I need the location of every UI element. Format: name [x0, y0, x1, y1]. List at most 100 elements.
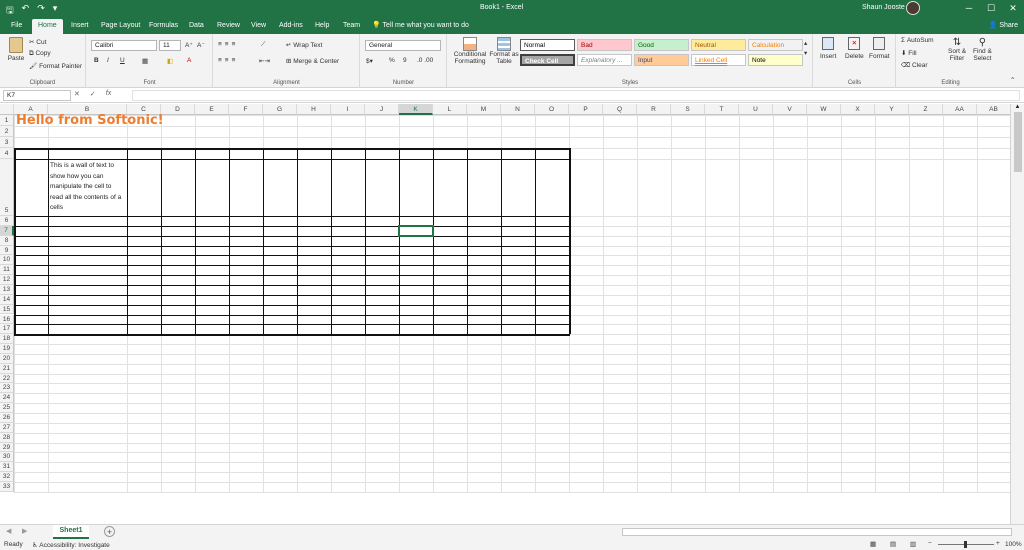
- zoom-slider-thumb[interactable]: [964, 541, 967, 548]
- share-button[interactable]: 👤 Share: [989, 21, 1018, 29]
- column-header[interactable]: H: [297, 104, 331, 115]
- row-header[interactable]: 31: [0, 462, 14, 473]
- find-select-button[interactable]: ⚲ Find & Select: [973, 37, 992, 62]
- cell-style-good[interactable]: Good: [634, 39, 689, 51]
- cell-b5[interactable]: This is a wall of text to show how you c…: [50, 161, 125, 214]
- column-header[interactable]: O: [535, 104, 569, 115]
- column-header[interactable]: V: [773, 104, 807, 115]
- row-header[interactable]: 23: [0, 383, 14, 394]
- tab-page-layout[interactable]: Page Layout: [95, 19, 146, 34]
- row-header[interactable]: 5: [0, 159, 14, 216]
- row-header[interactable]: 3: [0, 137, 14, 148]
- borders-icon[interactable]: ▦: [142, 57, 148, 65]
- cell-style-calculation[interactable]: Calculation: [748, 39, 803, 51]
- cell-style-neutral[interactable]: Neutral: [691, 39, 746, 51]
- column-header[interactable]: AA: [943, 104, 977, 115]
- column-header[interactable]: N: [501, 104, 535, 115]
- tab-insert[interactable]: Insert: [65, 19, 95, 34]
- column-header[interactable]: Q: [603, 104, 637, 115]
- column-header[interactable]: M: [467, 104, 501, 115]
- column-header[interactable]: S: [671, 104, 705, 115]
- font-size-select[interactable]: 11: [159, 40, 181, 51]
- name-box[interactable]: K7: [3, 90, 71, 101]
- column-header[interactable]: Z: [909, 104, 943, 115]
- row-header[interactable]: 1: [0, 115, 14, 126]
- row-header[interactable]: 21: [0, 363, 14, 374]
- row-header[interactable]: 17: [0, 324, 14, 335]
- underline-button[interactable]: U: [120, 57, 125, 64]
- maximize-button[interactable]: ☐: [980, 0, 1002, 17]
- insert-function-icon[interactable]: fx: [106, 90, 111, 98]
- percent-button[interactable]: %: [389, 57, 395, 64]
- tell-me-search[interactable]: 💡 Tell me what you want to do: [372, 21, 469, 29]
- cell-style-normal[interactable]: Normal: [520, 39, 575, 51]
- clear-button[interactable]: ⌫ Clear: [901, 61, 928, 69]
- enter-icon[interactable]: ✓: [90, 90, 96, 98]
- cut-button[interactable]: ✂ Cut: [29, 38, 46, 46]
- row-header[interactable]: 13: [0, 284, 14, 295]
- number-format-select[interactable]: General: [365, 40, 441, 51]
- tab-data[interactable]: Data: [183, 19, 210, 34]
- gallery-scroll-icon[interactable]: ▴ ▾: [804, 39, 807, 59]
- scroll-up-icon[interactable]: ▲: [1011, 104, 1024, 110]
- tab-file[interactable]: File: [5, 19, 28, 34]
- selected-cell[interactable]: [398, 224, 434, 237]
- row-header[interactable]: 4: [0, 148, 14, 159]
- row-header[interactable]: 15: [0, 304, 14, 315]
- bold-button[interactable]: B: [94, 57, 99, 64]
- font-name-select[interactable]: Calibri: [91, 40, 157, 51]
- cancel-icon[interactable]: ✕: [74, 90, 80, 98]
- worksheet-grid[interactable]: A B C D E F G H I J K L M N O P Q R S T U V W X Y Z AA AB 1 2 3 4 5 6 7 8 9 1…: [0, 104, 1010, 524]
- tab-review[interactable]: Review: [211, 19, 246, 34]
- cell-style-bad[interactable]: Bad: [577, 39, 632, 51]
- copy-button[interactable]: ⧉ Copy: [29, 50, 51, 58]
- column-header[interactable]: T: [705, 104, 739, 115]
- row-header[interactable]: 7: [0, 225, 14, 236]
- currency-icon[interactable]: $▾: [366, 57, 373, 65]
- row-header[interactable]: 14: [0, 294, 14, 305]
- row-header[interactable]: 28: [0, 432, 14, 443]
- column-header[interactable]: P: [569, 104, 603, 115]
- cell-style-input[interactable]: Input: [634, 54, 689, 66]
- horizontal-align-icons[interactable]: ≡≡≡: [218, 57, 238, 64]
- column-header[interactable]: L: [433, 104, 467, 115]
- vertical-align-icons[interactable]: ≡≡≡: [218, 41, 238, 48]
- wrap-text-button[interactable]: ↵ Wrap Text: [286, 41, 322, 49]
- row-header[interactable]: 30: [0, 452, 14, 463]
- merge-center-button[interactable]: ⊞ Merge & Center: [286, 57, 339, 65]
- autosum-button[interactable]: Σ AutoSum: [901, 37, 934, 44]
- conditional-formatting-button[interactable]: Conditional Formatting: [452, 37, 488, 65]
- tab-add-ins[interactable]: Add-ins: [273, 19, 309, 34]
- column-header[interactable]: D: [161, 104, 195, 115]
- sheet-tab-sheet1[interactable]: Sheet1: [53, 525, 89, 539]
- column-header[interactable]: AB: [977, 104, 1010, 115]
- cell-style-explanatory[interactable]: Explanatory ...: [577, 54, 632, 66]
- row-header[interactable]: 32: [0, 472, 14, 482]
- comma-button[interactable]: 9: [403, 57, 407, 64]
- column-header[interactable]: X: [841, 104, 875, 115]
- add-sheet-button[interactable]: +: [104, 526, 115, 537]
- italic-button[interactable]: I: [107, 57, 109, 64]
- column-header[interactable]: G: [263, 104, 297, 115]
- minimize-button[interactable]: ─: [958, 0, 980, 17]
- font-size-up-icon[interactable]: A⁺: [185, 41, 193, 49]
- column-header[interactable]: U: [739, 104, 773, 115]
- format-cells-button[interactable]: Format: [869, 37, 890, 60]
- row-header[interactable]: 19: [0, 344, 14, 354]
- cell-style-linked-cell[interactable]: Linked Cell: [691, 54, 746, 66]
- row-header[interactable]: 25: [0, 403, 14, 413]
- cell-style-note[interactable]: Note: [748, 54, 803, 66]
- vertical-scroll-thumb[interactable]: [1013, 112, 1022, 172]
- row-header[interactable]: 24: [0, 393, 14, 404]
- column-header[interactable]: J: [365, 104, 399, 115]
- insert-cells-button[interactable]: Insert: [820, 37, 836, 60]
- row-header[interactable]: 20: [0, 353, 14, 364]
- tab-formulas[interactable]: Formulas: [143, 19, 184, 34]
- tab-help[interactable]: Help: [309, 19, 335, 34]
- next-sheet-icon[interactable]: ▶: [22, 527, 27, 535]
- zoom-in-icon[interactable]: +: [996, 540, 1000, 547]
- row-header[interactable]: 22: [0, 373, 14, 384]
- normal-view-icon[interactable]: ▦: [870, 540, 876, 548]
- row-header[interactable]: 26: [0, 413, 14, 423]
- avatar[interactable]: [906, 1, 920, 15]
